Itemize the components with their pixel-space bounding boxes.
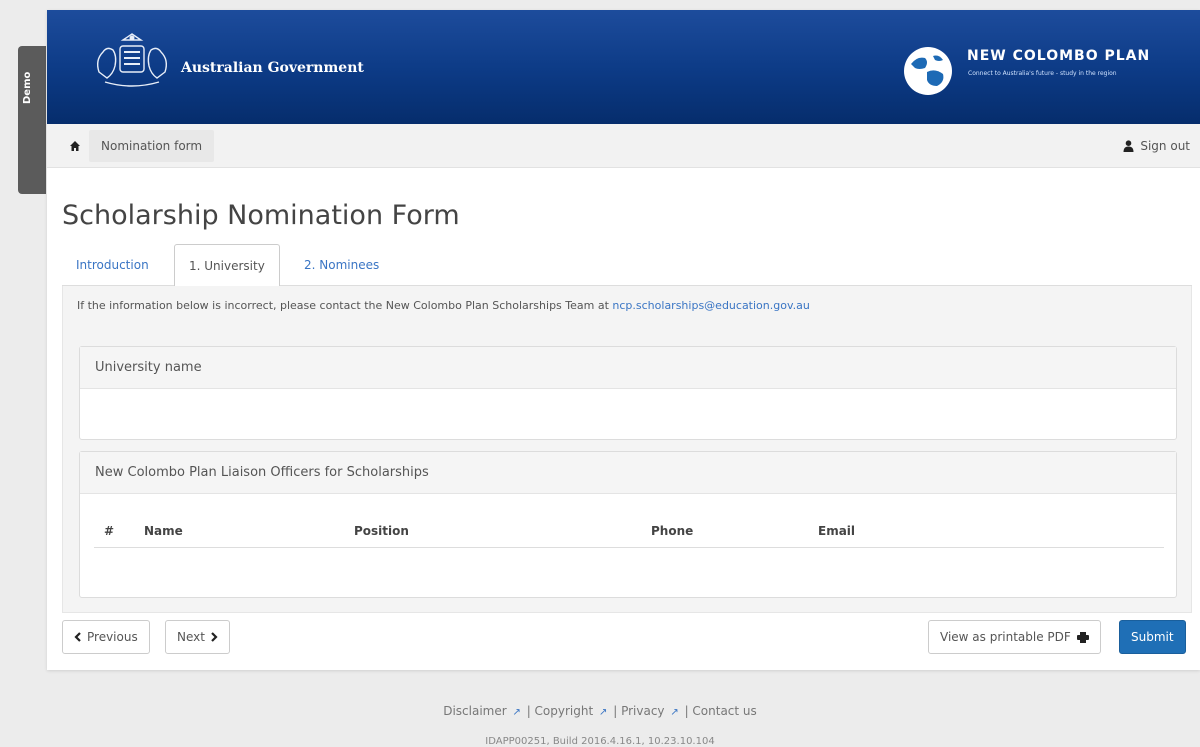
previous-button[interactable]: Previous: [62, 620, 150, 654]
sign-out-link[interactable]: Sign out: [1123, 124, 1190, 168]
coat-of-arms-logo: [96, 33, 168, 87]
info-text: If the information below is incorrect, p…: [77, 299, 609, 312]
chevron-right-icon: [211, 632, 218, 642]
home-icon: [70, 141, 80, 151]
column-header-name: Name: [144, 524, 183, 538]
ncp-globe-logo: [904, 47, 952, 95]
print-icon: [1076, 631, 1089, 643]
page-container: Australian Government NEW COLOMBO PLAN C…: [47, 10, 1200, 670]
liaison-officers-heading: New Colombo Plan Liaison Officers for Sc…: [80, 452, 1176, 494]
tab-university[interactable]: 1. University: [174, 244, 280, 287]
university-panel-heading: University name: [80, 347, 1176, 389]
info-message: If the information below is incorrect, p…: [77, 299, 810, 312]
university-name-value: [80, 389, 1176, 417]
page-title: Scholarship Nomination Form: [62, 200, 460, 231]
officers-table-header: # Name Position Phone Email: [94, 514, 1164, 548]
footer-links: Disclaimer ↗ | Copyright ↗ | Privacy ↗ |…: [443, 704, 757, 718]
form-actions: Previous Next View as printable PDF Subm…: [62, 620, 1192, 656]
tab-introduction[interactable]: Introduction: [62, 244, 163, 286]
disclaimer-link[interactable]: Disclaimer: [443, 704, 506, 718]
column-header-number: #: [104, 524, 115, 538]
column-header-phone: Phone: [651, 524, 694, 538]
column-header-email: Email: [818, 524, 856, 538]
next-button[interactable]: Next: [165, 620, 230, 654]
tab-content: If the information below is incorrect, p…: [62, 286, 1192, 613]
external-link-icon: ↗: [599, 707, 608, 718]
nav-bar: Nomination form Sign out: [47, 124, 1200, 168]
build-info: IDAPP00251, Build 2016.4.16.1, 10.23.10.…: [485, 736, 715, 747]
copyright-link[interactable]: Copyright: [535, 704, 594, 718]
submit-button[interactable]: Submit: [1119, 620, 1186, 654]
demo-tab-label: Demo: [22, 71, 33, 104]
form-tabs: Introduction 1. University 2. Nominees: [62, 242, 1192, 287]
contact-us-link[interactable]: Contact us: [692, 704, 756, 718]
tab-nominees[interactable]: 2. Nominees: [290, 244, 393, 286]
program-tagline: Connect to Australia's future - study in…: [968, 70, 1117, 77]
user-icon: [1123, 140, 1134, 152]
program-title: NEW COLOMBO PLAN: [967, 48, 1151, 64]
external-link-icon: ↗: [512, 707, 521, 718]
previous-label: Previous: [87, 630, 138, 644]
liaison-officers-panel: New Colombo Plan Liaison Officers for Sc…: [79, 451, 1177, 598]
home-button[interactable]: [57, 124, 93, 168]
demo-side-tab[interactable]: Demo: [18, 46, 46, 194]
privacy-link[interactable]: Privacy: [621, 704, 664, 718]
sign-out-label: Sign out: [1140, 139, 1190, 153]
breadcrumb-nomination-form[interactable]: Nomination form: [89, 130, 215, 162]
contact-email-link[interactable]: ncp.scholarships@education.gov.au: [612, 299, 809, 312]
external-link-icon: ↗: [670, 707, 679, 718]
university-panel: University name: [79, 346, 1177, 440]
header-banner: Australian Government NEW COLOMBO PLAN C…: [47, 10, 1200, 124]
view-pdf-label: View as printable PDF: [940, 630, 1071, 644]
view-printable-pdf-button[interactable]: View as printable PDF: [928, 620, 1101, 654]
government-name: Australian Government: [181, 60, 364, 76]
column-header-position: Position: [354, 524, 409, 538]
chevron-left-icon: [74, 632, 81, 642]
next-label: Next: [177, 630, 205, 644]
